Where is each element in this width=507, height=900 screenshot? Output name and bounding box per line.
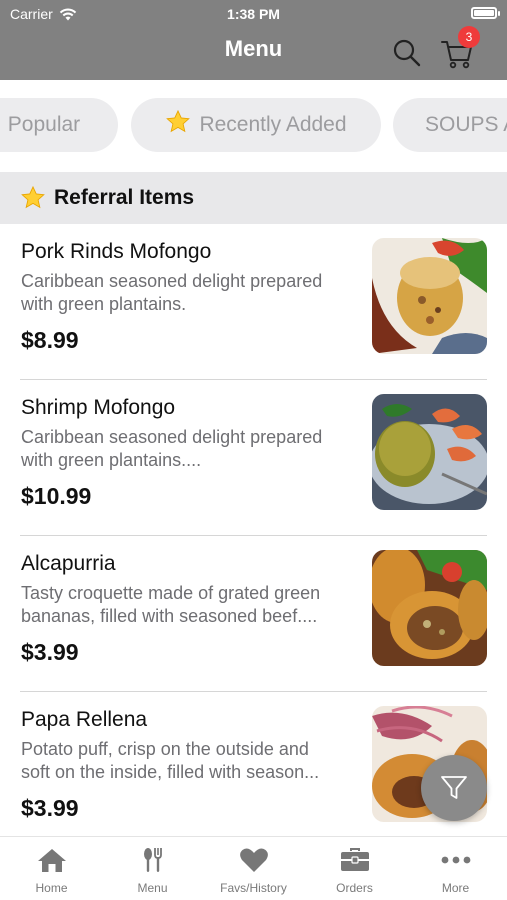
more-icon [441, 856, 470, 864]
star-icon [165, 109, 191, 141]
item-description: Caribbean seasoned delight prepared with … [21, 271, 323, 314]
category-chips: Popular Recently Added SOUPS A [0, 80, 507, 172]
utensils-icon [143, 848, 162, 872]
cart-count-badge: 3 [458, 26, 480, 48]
menu-item[interactable]: Shrimp Mofongo Caribbean seasoned deligh… [0, 380, 507, 536]
item-description: Caribbean seasoned delight prepared with … [21, 427, 323, 470]
item-price: $3.99 [21, 639, 79, 665]
tab-orders[interactable]: Orders [304, 847, 405, 895]
tab-home[interactable]: Home [1, 847, 102, 895]
category-chip-label: SOUPS A [425, 113, 507, 136]
category-chip-soups[interactable]: SOUPS A [393, 98, 507, 152]
item-description: Potato puff, crisp on the outside and sof… [21, 739, 320, 782]
menu-item[interactable]: Pork Rinds Mofongo Caribbean seasoned de… [0, 224, 507, 380]
star-icon [21, 185, 45, 209]
item-description: Tasty croquette made of grated green bana… [21, 583, 321, 626]
battery-icon [471, 7, 500, 19]
tab-menu[interactable]: Menu [102, 847, 203, 895]
category-chip-popular[interactable]: Popular [0, 98, 118, 152]
category-chip-label: Popular [7, 113, 81, 136]
search-icon[interactable] [392, 38, 422, 68]
tab-bar: Home Menu Favs/History Orders More [0, 836, 507, 900]
heart-icon [239, 848, 268, 872]
filter-icon [441, 776, 467, 799]
item-name: Shrimp Mofongo [21, 396, 176, 419]
tab-label: Favs/History [220, 881, 287, 895]
item-name: Papa Rellena [21, 708, 148, 731]
item-price: $3.99 [21, 795, 79, 821]
item-name: Alcapurria [21, 552, 116, 575]
item-price: $10.99 [21, 483, 92, 509]
tab-label: Orders [336, 881, 373, 895]
section-title: Referral Items [54, 186, 195, 209]
item-photo [372, 238, 487, 354]
tab-favs-history[interactable]: Favs/History [203, 847, 304, 895]
item-name: Pork Rinds Mofongo [21, 240, 212, 263]
category-chip-label: Recently Added [199, 113, 347, 136]
menu-item[interactable]: Alcapurria Tasty croquette made of grate… [0, 536, 507, 692]
tab-label: Home [35, 881, 68, 895]
tab-label: Menu [137, 881, 168, 895]
item-price: $8.99 [21, 327, 79, 353]
item-photo [372, 550, 487, 666]
item-photo [372, 394, 487, 510]
home-icon [37, 849, 66, 872]
section-header: Referral Items [0, 172, 507, 224]
orders-icon [340, 848, 369, 871]
status-time: 1:38 PM [227, 6, 280, 22]
menu-list: Pork Rinds Mofongo Caribbean seasoned de… [0, 224, 507, 836]
filter-button[interactable] [421, 755, 487, 821]
tab-label: More [441, 881, 470, 895]
category-chip-recently-added[interactable]: Recently Added [131, 98, 381, 152]
status-bar: Carrier 1:38 PM [0, 0, 507, 28]
tab-more[interactable]: More [405, 847, 506, 895]
page-title: Menu [224, 36, 283, 61]
top-bar: Carrier 1:38 PM Menu 3 [0, 0, 507, 80]
